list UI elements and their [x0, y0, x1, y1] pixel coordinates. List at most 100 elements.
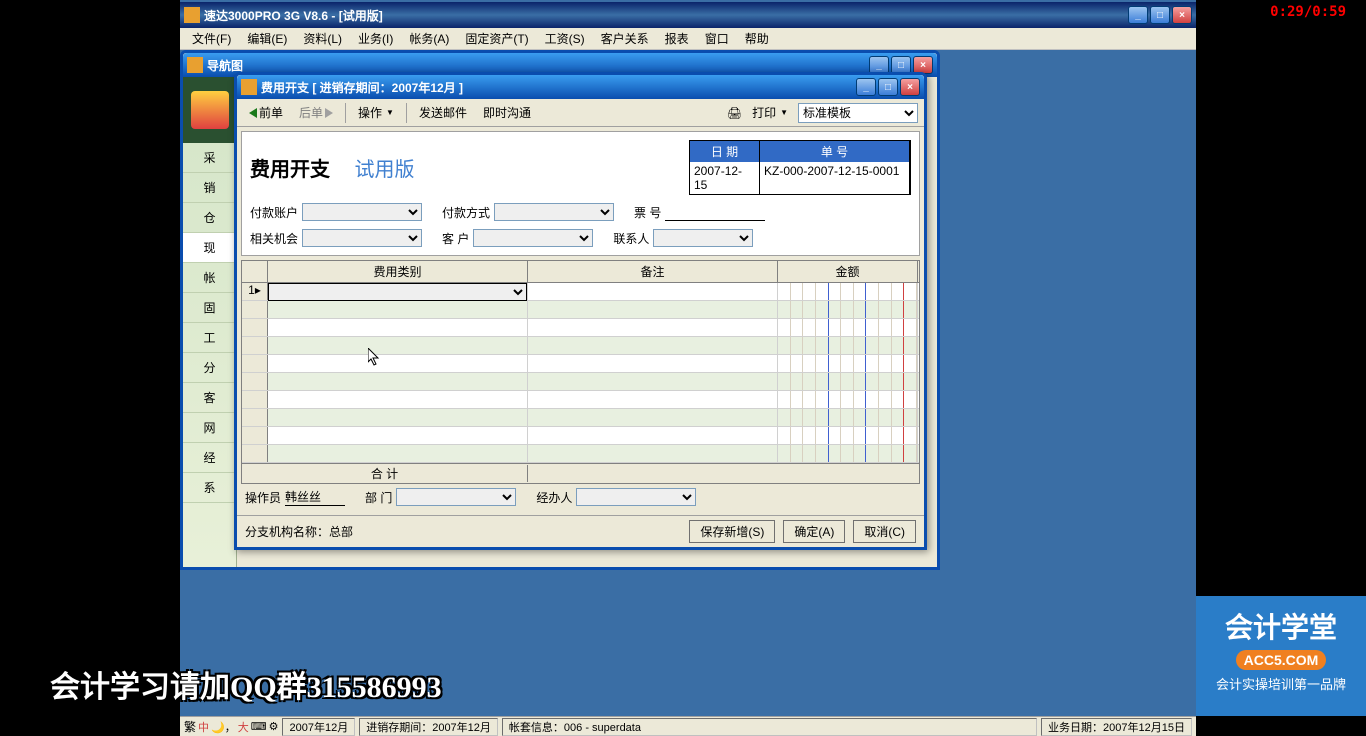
status-account-info: 帐套信息：006 - superdata [502, 718, 1037, 736]
next-record-button[interactable]: 后单 [293, 102, 339, 123]
header-amount: 金额 [778, 261, 918, 282]
menu-file[interactable]: 文件(F) [184, 28, 239, 49]
maximize-button[interactable]: □ [1150, 6, 1170, 24]
operate-button[interactable]: 操作▼ [352, 102, 400, 123]
nav-item-account[interactable]: 帐 [183, 263, 236, 293]
meta-box: 日 期 单 号 2007-12-15 KZ-000-2007-12-15-000… [689, 140, 911, 195]
handler-label: 经办人 [536, 489, 572, 506]
menu-crm[interactable]: 客户关系 [593, 28, 657, 49]
dialog-close-button[interactable]: × [900, 78, 920, 96]
menu-report[interactable]: 报表 [657, 28, 697, 49]
receipt-no-input[interactable] [665, 203, 765, 221]
form-title: 费用开支 [250, 159, 330, 181]
grid-row[interactable] [242, 319, 919, 337]
nav-item-web[interactable]: 网 [183, 413, 236, 443]
grid-footer: 合 计 [242, 463, 919, 483]
dialog-toolbar: 前单 后单 操作▼ 发送邮件 即时沟通 🖨 打印▼ 标准模板 [237, 99, 924, 127]
grid-row[interactable] [242, 355, 919, 373]
main-title: 速达3000PRO 3G V8.6 - [试用版] [204, 7, 1128, 24]
pay-account-label: 付款账户 [250, 204, 298, 221]
header-category: 费用类别 [268, 261, 528, 282]
nav-item-system[interactable]: 系 [183, 473, 236, 503]
form-header-area: 费用开支 试用版 日 期 单 号 2007-12-15 KZ-000-2007-… [241, 131, 920, 256]
nav-item-cash[interactable]: 现 [183, 233, 236, 263]
header-remark: 备注 [528, 261, 778, 282]
nav-item-manage[interactable]: 经 [183, 443, 236, 473]
logo-slogan: 会计实操培训第一品牌 [1200, 674, 1362, 693]
im-button[interactable]: 即时沟通 [477, 102, 537, 123]
menu-window[interactable]: 窗口 [697, 28, 737, 49]
nav-item-purchase[interactable]: 采 [183, 143, 236, 173]
status-biz-date: 业务日期：2007年12月15日 [1041, 718, 1192, 736]
grid-row-1[interactable]: 1▸ [242, 283, 919, 301]
dept-combo[interactable] [396, 488, 516, 506]
trial-label: 试用版 [354, 159, 414, 181]
statusbar: 繁中🌙，大⌨⚙ 2007年12月 进销存期间：2007年12月 帐套信息：006… [180, 716, 1196, 736]
dialog-minimize-button[interactable]: _ [856, 78, 876, 96]
handler-combo[interactable] [576, 488, 696, 506]
ok-button[interactable]: 确定(A) [783, 520, 845, 543]
app-icon [184, 7, 200, 23]
menu-edit[interactable]: 编辑(E) [239, 28, 295, 49]
pay-method-combo[interactable] [494, 203, 614, 221]
nav-icon [187, 57, 203, 73]
opportunity-combo[interactable] [302, 229, 422, 247]
contact-label: 联系人 [613, 230, 649, 247]
template-combo[interactable]: 标准模板 [798, 103, 918, 123]
menu-data[interactable]: 资料(L) [295, 28, 350, 49]
grid-body: 1▸ [242, 283, 919, 463]
video-timestamp: 0:29/0:59 [1270, 4, 1346, 20]
nav-logo [183, 77, 236, 143]
category-combo[interactable] [268, 283, 527, 301]
logo-main-text: 会计学堂 [1200, 606, 1362, 646]
operator-value: 韩丝丝 [285, 488, 345, 506]
pay-account-combo[interactable] [302, 203, 422, 221]
grid-row[interactable] [242, 337, 919, 355]
grid-row[interactable] [242, 301, 919, 319]
nav-item-distribution[interactable]: 分 [183, 353, 236, 383]
grid-row[interactable] [242, 427, 919, 445]
save-new-button[interactable]: 保存新增(S) [689, 520, 775, 543]
grid-header: 费用类别 备注 金额 [242, 261, 919, 283]
prev-record-button[interactable]: 前单 [243, 102, 289, 123]
grid-row[interactable] [242, 409, 919, 427]
branch-label: 分支机构名称：总部 [245, 523, 353, 540]
menu-account[interactable]: 帐务(A) [401, 28, 457, 49]
contact-combo[interactable] [653, 229, 753, 247]
print-button[interactable]: 打印▼ [746, 102, 794, 123]
nav-item-warehouse[interactable]: 仓 [183, 203, 236, 233]
menu-asset[interactable]: 固定资产(T) [457, 28, 536, 49]
grid-row[interactable] [242, 445, 919, 463]
grid-row[interactable] [242, 391, 919, 409]
grid-row[interactable] [242, 373, 919, 391]
opportunity-label: 相关机会 [250, 230, 298, 247]
dialog-footer: 分支机构名称：总部 保存新增(S) 确定(A) 取消(C) [237, 515, 924, 547]
send-mail-button[interactable]: 发送邮件 [413, 102, 473, 123]
meta-date-label: 日 期 [690, 141, 760, 162]
receipt-no-label: 票 号 [634, 204, 661, 221]
menu-help[interactable]: 帮助 [737, 28, 777, 49]
nav-item-asset[interactable]: 固 [183, 293, 236, 323]
dialog-title: 费用开支 [ 进销存期间：2007年12月 ] [261, 79, 463, 96]
cancel-button[interactable]: 取消(C) [853, 520, 916, 543]
nav-item-customer[interactable]: 客 [183, 383, 236, 413]
ime-icons[interactable]: 繁中🌙，大⌨⚙ [184, 718, 278, 735]
menu-business[interactable]: 业务(I) [350, 28, 401, 49]
menu-salary[interactable]: 工资(S) [537, 28, 593, 49]
main-app-window: 速达3000PRO 3G V8.6 - [试用版] _ □ × 文件(F) 编辑… [180, 2, 1196, 52]
minimize-button[interactable]: _ [1128, 6, 1148, 24]
desktop-background: 速达3000PRO 3G V8.6 - [试用版] _ □ × 文件(F) 编辑… [180, 0, 1196, 736]
nav-item-sales[interactable]: 销 [183, 173, 236, 203]
nav-item-salary[interactable]: 工 [183, 323, 236, 353]
customer-label: 客 户 [442, 230, 469, 247]
logo-sub-text: ACC5.COM [1236, 650, 1327, 670]
row-number: 1▸ [242, 283, 268, 300]
meta-date-value: 2007-12-15 [690, 162, 760, 194]
arrow-left-icon [249, 108, 257, 118]
main-menubar: 文件(F) 编辑(E) 资料(L) 业务(I) 帐务(A) 固定资产(T) 工资… [180, 28, 1196, 50]
dialog-maximize-button[interactable]: □ [878, 78, 898, 96]
close-button[interactable]: × [1172, 6, 1192, 24]
nav-sidebar: 采 销 仓 现 帐 固 工 分 客 网 经 系 [183, 77, 237, 567]
customer-combo[interactable] [473, 229, 593, 247]
dropdown-icon: ▼ [386, 108, 394, 117]
